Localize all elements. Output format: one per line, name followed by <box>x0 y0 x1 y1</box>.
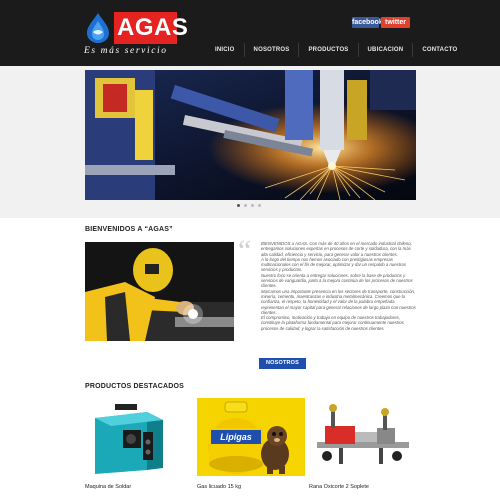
facebook-link[interactable]: facebook <box>352 17 383 28</box>
welding-machine-image <box>85 398 193 476</box>
welcome-paragraph: BIENVENIDOS a AGAS. Con más de 40 años e… <box>261 241 412 257</box>
products-title: PRODUCTOS DESTACADOS <box>85 383 185 390</box>
cylinder-brand-label: Lipigas <box>220 432 252 442</box>
logo-text: AGAS <box>117 14 189 41</box>
product-name: Rana Oxicorte 2 Soplete <box>309 484 369 490</box>
twitter-link[interactable]: twitter <box>381 17 410 28</box>
welder-photo <box>85 242 234 341</box>
slider-dot[interactable] <box>244 204 247 207</box>
product-card[interactable]: Maquina de Soldar <box>85 398 193 490</box>
nav-item-contacto[interactable]: CONTACTO <box>412 43 466 57</box>
gas-cylinder-image: Lipigas <box>197 398 305 476</box>
nav-item-ubicacion[interactable]: UBICACION <box>357 43 413 57</box>
logo[interactable]: AGAS Es más servicio <box>84 12 214 58</box>
welcome-paragraph: El compromiso, motivación y trabajo en e… <box>261 315 404 331</box>
nav-item-nosotros[interactable]: NOSOTROS <box>243 43 299 57</box>
slider-dot[interactable] <box>258 204 261 207</box>
welcome-paragraph: Nuestro foco se orienta a entregar soluc… <box>261 272 413 289</box>
cutting-machine-image <box>309 398 417 476</box>
welcome-paragraph: A lo largo del tiempo nos hemos asociado… <box>261 256 406 273</box>
nav-item-productos[interactable]: PRODUCTOS <box>298 43 357 57</box>
slider-dots <box>237 204 261 207</box>
nav-item-inicio[interactable]: INICIO <box>206 43 244 57</box>
product-name: Gas licuado 15 kg <box>197 484 242 490</box>
product-name: Maquina de Soldar <box>85 484 132 490</box>
product-card[interactable]: Rana Oxicorte 2 Soplete <box>309 398 417 490</box>
quote-icon: “ <box>238 234 252 267</box>
hero-slider[interactable] <box>85 70 416 200</box>
welcome-title: BIENVENIDOS A “AGAS” <box>85 226 173 233</box>
slider-dot[interactable] <box>251 204 254 207</box>
main-nav: INICIO NOSOTROS PRODUCTOS UBICACION CONT… <box>206 43 466 57</box>
product-card[interactable]: Lipigas Gas licuado 15 kg <box>197 398 305 490</box>
welcome-paragraph: Marcamos una importante presencia en los… <box>261 288 416 315</box>
welding-torch-image <box>85 70 416 200</box>
site-header: AGAS Es más servicio facebook twitter IN… <box>0 0 500 66</box>
logo-tagline: Es más servicio <box>84 46 168 56</box>
slider-dot[interactable] <box>237 204 240 207</box>
flame-drop-icon <box>87 13 109 43</box>
nosotros-button[interactable]: NOSOTROS <box>259 358 306 369</box>
welcome-text: BIENVENIDOS a AGAS. Con más de 40 años e… <box>261 241 416 331</box>
